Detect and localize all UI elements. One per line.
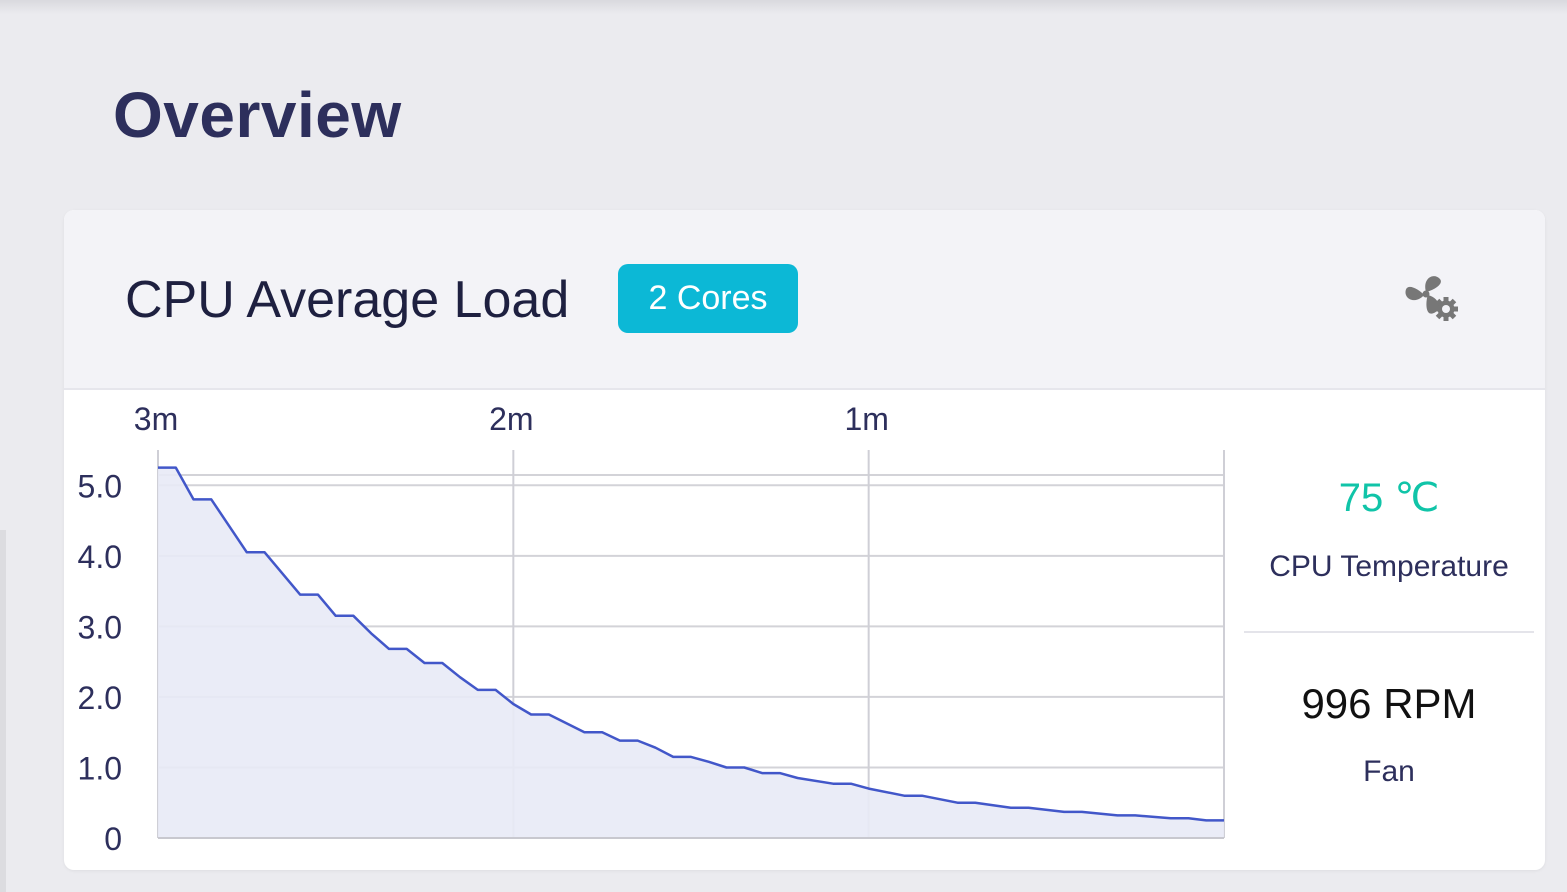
cpu-temperature-label: CPU Temperature [1269, 550, 1509, 583]
stats-panel: 75 ℃ CPU Temperature 996 RPM Fan [1244, 390, 1545, 870]
chart-svg: 0 1.0 2.0 3.0 4.0 5.0 3m 2m 1m [78, 401, 1225, 857]
x-tick-label: 2m [489, 401, 533, 437]
y-tick-label: 3.0 [78, 609, 122, 645]
x-tick-label: 3m [134, 401, 178, 437]
card-title: CPU Average Load [125, 271, 570, 329]
y-tick-label: 1.0 [78, 750, 122, 786]
y-tick-label: 4.0 [78, 539, 122, 575]
x-tick-label: 1m [844, 401, 888, 437]
cpu-load-card: CPU Average Load 2 Cores 0 1.0 2.0 3.0 4… [64, 210, 1545, 870]
fan-settings-icon[interactable] [1400, 270, 1466, 330]
cpu-temperature-value: 75 ℃ [1338, 476, 1440, 520]
page-title: Overview [113, 79, 402, 151]
y-tick-label: 2.0 [78, 680, 122, 716]
cpu-load-chart: 0 1.0 2.0 3.0 4.0 5.0 3m 2m 1m [64, 390, 1244, 870]
y-tick-label: 0 [104, 821, 122, 857]
series-area [158, 467, 1224, 838]
y-tick-label: 5.0 [78, 468, 122, 504]
fan-speed-value: 996 RPM [1301, 680, 1477, 727]
top-shadow [0, 0, 1567, 14]
stats-divider [1244, 631, 1534, 633]
left-edge [0, 530, 6, 892]
cores-badge: 2 Cores [618, 264, 798, 333]
card-header: CPU Average Load 2 Cores [64, 210, 1545, 390]
fan-speed-label: Fan [1363, 755, 1415, 788]
